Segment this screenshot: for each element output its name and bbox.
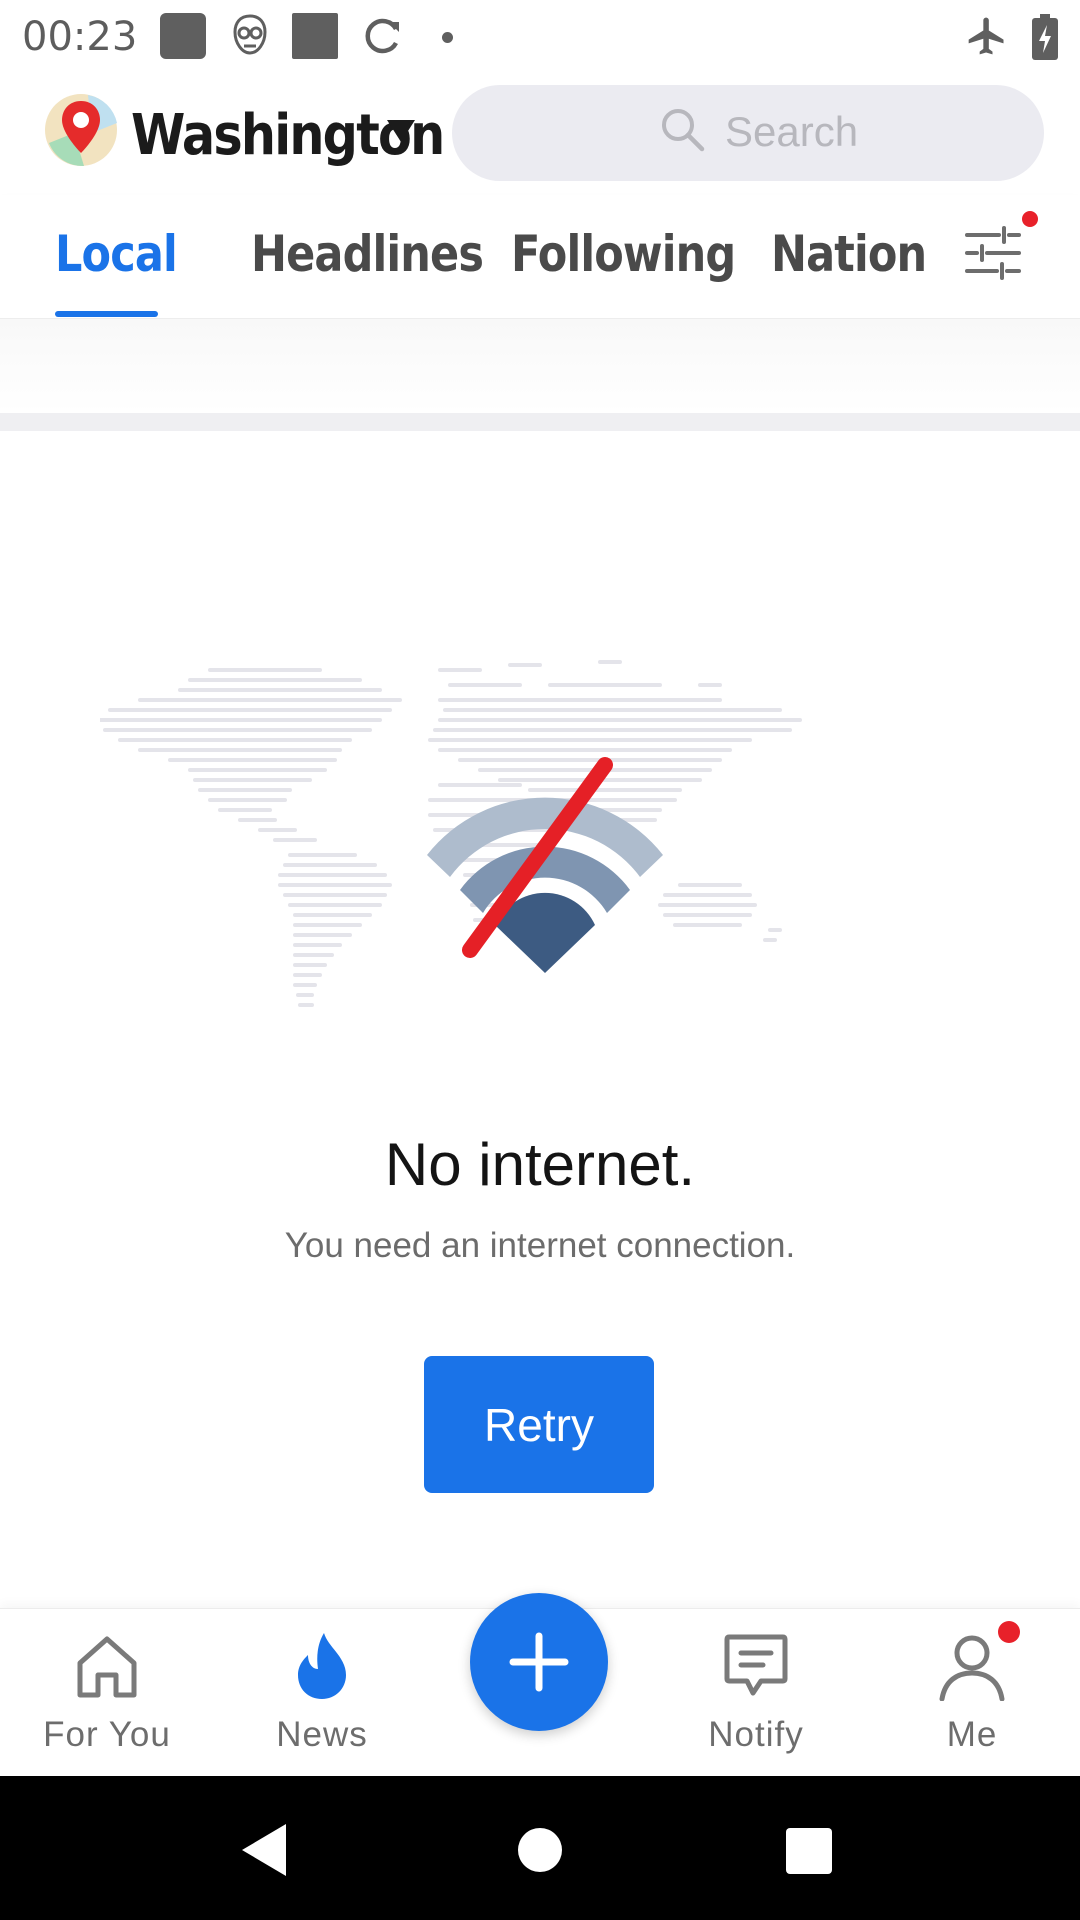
create-post-button[interactable] xyxy=(470,1593,608,1731)
app-square-icon xyxy=(292,13,338,59)
banner-placeholder xyxy=(0,319,1080,413)
nav-news[interactable]: News xyxy=(214,1609,430,1777)
plus-icon xyxy=(509,1632,569,1692)
no-wifi-icon xyxy=(427,757,663,973)
nav-label-notify: Notify xyxy=(708,1715,804,1754)
message-icon xyxy=(724,1634,788,1696)
nav-label-me: Me xyxy=(946,1715,998,1754)
battery-charging-icon xyxy=(1032,14,1058,60)
tab-headlines[interactable]: Headlines xyxy=(251,225,484,283)
filter-notification-dot xyxy=(1022,211,1038,227)
nav-notify[interactable]: Notify xyxy=(648,1609,864,1777)
nav-for-you[interactable]: For You xyxy=(0,1609,215,1777)
system-navigation-bar xyxy=(0,1776,1080,1920)
status-time: 00:23 xyxy=(22,14,138,60)
app-square-icon xyxy=(160,13,206,59)
header: Washington Search xyxy=(0,75,1080,195)
section-divider xyxy=(0,413,1080,431)
empty-state-subtitle: You need an internet connection. xyxy=(284,1226,796,1265)
search-placeholder: Search xyxy=(725,108,859,155)
person-icon xyxy=(939,1635,1005,1701)
airplane-mode-icon xyxy=(968,17,1004,55)
tab-following[interactable]: Following xyxy=(511,225,736,283)
tab-local[interactable]: Local xyxy=(55,225,178,283)
dot-icon xyxy=(442,32,453,43)
nav-label-news: News xyxy=(276,1715,368,1754)
tab-nation[interactable]: Nation xyxy=(771,225,927,283)
screen: 00:23 Washington Search Local Headlines … xyxy=(0,0,1080,1920)
mascot-icon xyxy=(233,14,267,55)
filter-sliders-icon[interactable] xyxy=(963,225,1023,281)
back-icon[interactable] xyxy=(240,1822,288,1878)
status-bar: 00:23 xyxy=(0,0,1080,75)
active-tab-indicator xyxy=(55,311,158,317)
nav-me[interactable]: Me xyxy=(864,1609,1080,1777)
flame-icon xyxy=(298,1633,346,1699)
search-bar[interactable]: Search xyxy=(452,85,1044,181)
category-tabs: Local Headlines Following Nation xyxy=(0,195,1080,319)
retry-button[interactable]: Retry xyxy=(424,1356,654,1493)
search-icon xyxy=(662,109,705,152)
recents-icon[interactable] xyxy=(786,1828,832,1874)
chevron-down-icon[interactable] xyxy=(387,120,415,142)
empty-state-title: No internet. xyxy=(384,1131,696,1198)
home-button-icon[interactable] xyxy=(518,1828,562,1872)
sync-icon xyxy=(365,18,399,54)
nav-label-for-you: For You xyxy=(43,1715,171,1754)
location-pin-icon[interactable] xyxy=(44,93,118,167)
me-notification-dot xyxy=(998,1621,1020,1643)
home-icon xyxy=(77,1636,137,1698)
